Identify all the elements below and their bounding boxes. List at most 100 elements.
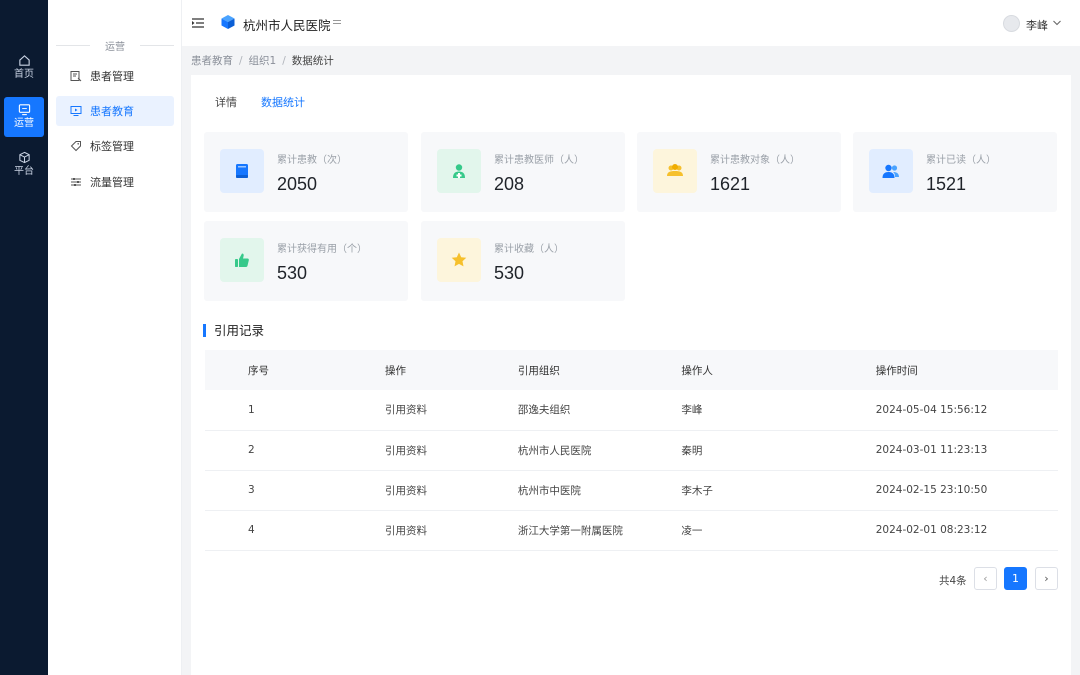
users-icon bbox=[869, 149, 913, 193]
table-row: 1 引用资料 邵逸夫组织 李峰 2024-05-04 15:56:12 bbox=[205, 390, 1058, 431]
table-cell: 4 bbox=[205, 510, 386, 551]
chevron-right-icon: › bbox=[1044, 572, 1049, 585]
rail-item-platform[interactable]: 平台 bbox=[4, 145, 44, 185]
rail-item-home[interactable]: 首页 bbox=[4, 48, 44, 88]
monitor-icon bbox=[18, 104, 30, 116]
breadcrumb-separator: / bbox=[239, 55, 243, 67]
tab-statistics[interactable]: 数据统计 bbox=[261, 94, 305, 110]
sliders-icon bbox=[71, 178, 81, 186]
menu-item-label: 流量管理 bbox=[90, 176, 134, 189]
chevron-down-icon[interactable] bbox=[1052, 18, 1062, 28]
tag-icon bbox=[70, 141, 81, 152]
star-icon bbox=[437, 238, 481, 282]
stat-value: 530 bbox=[494, 263, 525, 283]
stat-value: 1621 bbox=[710, 174, 751, 194]
stat-label: 累计患教对象（人） bbox=[710, 155, 800, 166]
column-header: 序号 bbox=[205, 350, 386, 390]
menu-group-title: 运营 bbox=[48, 38, 182, 53]
stat-card-useful: 累计获得有用（个） 530 bbox=[204, 221, 408, 301]
table-header-row: 序号 操作 引用组织 操作人 操作时间 bbox=[205, 350, 1058, 390]
cube-logo-icon bbox=[221, 15, 235, 29]
menu-item-patient-management[interactable]: 患者管理 bbox=[56, 61, 174, 91]
table-cell: 2024-03-01 11:23:13 bbox=[875, 430, 1058, 471]
menu-collapse-icon[interactable] bbox=[191, 16, 205, 30]
rail-item-operations[interactable]: 运营 bbox=[4, 97, 44, 137]
table-row: 4 引用资料 浙江大学第一附属医院 凌一 2024-02-01 08:23:12 bbox=[205, 510, 1058, 551]
hospital-title: 杭州市人民医院 bbox=[243, 18, 331, 33]
table-cell: 李峰 bbox=[681, 390, 876, 431]
switch-icon[interactable] bbox=[332, 17, 342, 27]
table-cell: 邵逸夫组织 bbox=[517, 390, 682, 431]
table-cell: 引用资料 bbox=[385, 390, 518, 431]
chevron-left-icon: ‹ bbox=[983, 572, 988, 585]
column-header: 操作人 bbox=[681, 350, 876, 390]
rail-item-label: 运营 bbox=[14, 118, 34, 129]
column-header: 引用组织 bbox=[517, 350, 682, 390]
table-cell: 引用资料 bbox=[385, 430, 518, 471]
breadcrumb: 患者教育 / 组织1 / 数据统计 bbox=[191, 53, 334, 68]
screen-play-icon bbox=[70, 106, 82, 116]
home-icon bbox=[18, 55, 30, 66]
user-name[interactable]: 李峰 bbox=[1026, 17, 1048, 33]
table-cell: 秦明 bbox=[681, 430, 876, 471]
table-cell: 引用资料 bbox=[385, 470, 518, 511]
table-cell: 2 bbox=[205, 430, 386, 471]
menu-item-label: 患者管理 bbox=[90, 70, 134, 83]
table-cell: 李木子 bbox=[681, 470, 876, 511]
menu-item-label: 标签管理 bbox=[90, 140, 134, 153]
menu-item-traffic-management[interactable]: 流量管理 bbox=[56, 167, 174, 197]
pagination-page-button[interactable]: 1 bbox=[1004, 567, 1027, 590]
cube-icon bbox=[18, 151, 30, 164]
table-cell: 杭州市中医院 bbox=[517, 470, 682, 511]
secondary-menu: 运营 患者管理 患者教育 标签管理 流量管理 bbox=[48, 0, 182, 675]
book-icon bbox=[220, 149, 264, 193]
column-header: 操作 bbox=[385, 350, 518, 390]
patient-card-icon bbox=[70, 71, 82, 82]
stat-label: 累计收藏（人） bbox=[494, 244, 564, 255]
stat-value: 2050 bbox=[277, 174, 318, 194]
column-header: 操作时间 bbox=[875, 350, 1058, 390]
avatar[interactable] bbox=[1003, 15, 1020, 32]
table-cell: 凌一 bbox=[681, 510, 876, 551]
stat-value: 208 bbox=[494, 174, 525, 194]
stat-label: 累计患教（次） bbox=[277, 155, 347, 166]
crowd-icon bbox=[653, 149, 697, 193]
pagination-prev-button[interactable]: ‹ bbox=[974, 567, 997, 590]
table-cell: 2024-02-15 23:10:50 bbox=[875, 470, 1058, 511]
primary-rail: 首页 运营 平台 bbox=[0, 0, 48, 675]
stat-card-favorites: 累计收藏（人） 530 bbox=[421, 221, 625, 301]
stat-card-subjects: 累计患教对象（人） 1621 bbox=[637, 132, 841, 212]
table-cell: 2024-02-01 08:23:12 bbox=[875, 510, 1058, 551]
menu-item-label: 患者教育 bbox=[90, 105, 134, 118]
pagination-next-button[interactable]: › bbox=[1035, 567, 1058, 590]
records-table: 序号 操作 引用组织 操作人 操作时间 1 引用资料 邵逸夫组织 李峰 2024… bbox=[205, 350, 1058, 551]
stat-label: 累计已读（人） bbox=[926, 155, 996, 166]
table-cell: 1 bbox=[205, 390, 386, 431]
breadcrumb-current: 数据统计 bbox=[291, 55, 334, 67]
stat-label: 累计患教医师（人） bbox=[494, 155, 584, 166]
menu-item-tag-management[interactable]: 标签管理 bbox=[56, 131, 174, 161]
main-content: 详情 数据统计 累计患教（次） 2050 累计患教医师（人） 208 累计患教对… bbox=[191, 75, 1071, 675]
section-title: 引用记录 bbox=[203, 324, 264, 337]
breadcrumb-item[interactable]: 患者教育 bbox=[191, 55, 233, 67]
thumbs-up-icon bbox=[220, 238, 264, 282]
breadcrumb-separator: / bbox=[282, 55, 286, 67]
table-row: 3 引用资料 杭州市中医院 李木子 2024-02-15 23:10:50 bbox=[205, 470, 1058, 511]
stat-value: 1521 bbox=[926, 174, 967, 194]
menu-item-patient-education[interactable]: 患者教育 bbox=[56, 96, 174, 126]
stat-card-read: 累计已读（人） 1521 bbox=[853, 132, 1057, 212]
stat-value: 530 bbox=[277, 263, 308, 283]
table-row: 2 引用资料 杭州市人民医院 秦明 2024-03-01 11:23:13 bbox=[205, 430, 1058, 471]
doctor-icon bbox=[437, 149, 481, 193]
rail-item-label: 首页 bbox=[14, 69, 34, 80]
breadcrumb-item[interactable]: 组织1 bbox=[249, 55, 277, 67]
tab-details[interactable]: 详情 bbox=[215, 94, 237, 110]
stat-card-education-count: 累计患教（次） 2050 bbox=[204, 132, 408, 212]
pagination-total: 共4条 bbox=[939, 575, 967, 587]
table-cell: 引用资料 bbox=[385, 510, 518, 551]
top-header: 杭州市人民医院 李峰 bbox=[182, 0, 1080, 46]
table-cell: 3 bbox=[205, 470, 386, 511]
table-cell: 杭州市人民医院 bbox=[517, 430, 682, 471]
stat-label: 累计获得有用（个） bbox=[277, 244, 367, 255]
stat-card-doctors: 累计患教医师（人） 208 bbox=[421, 132, 625, 212]
